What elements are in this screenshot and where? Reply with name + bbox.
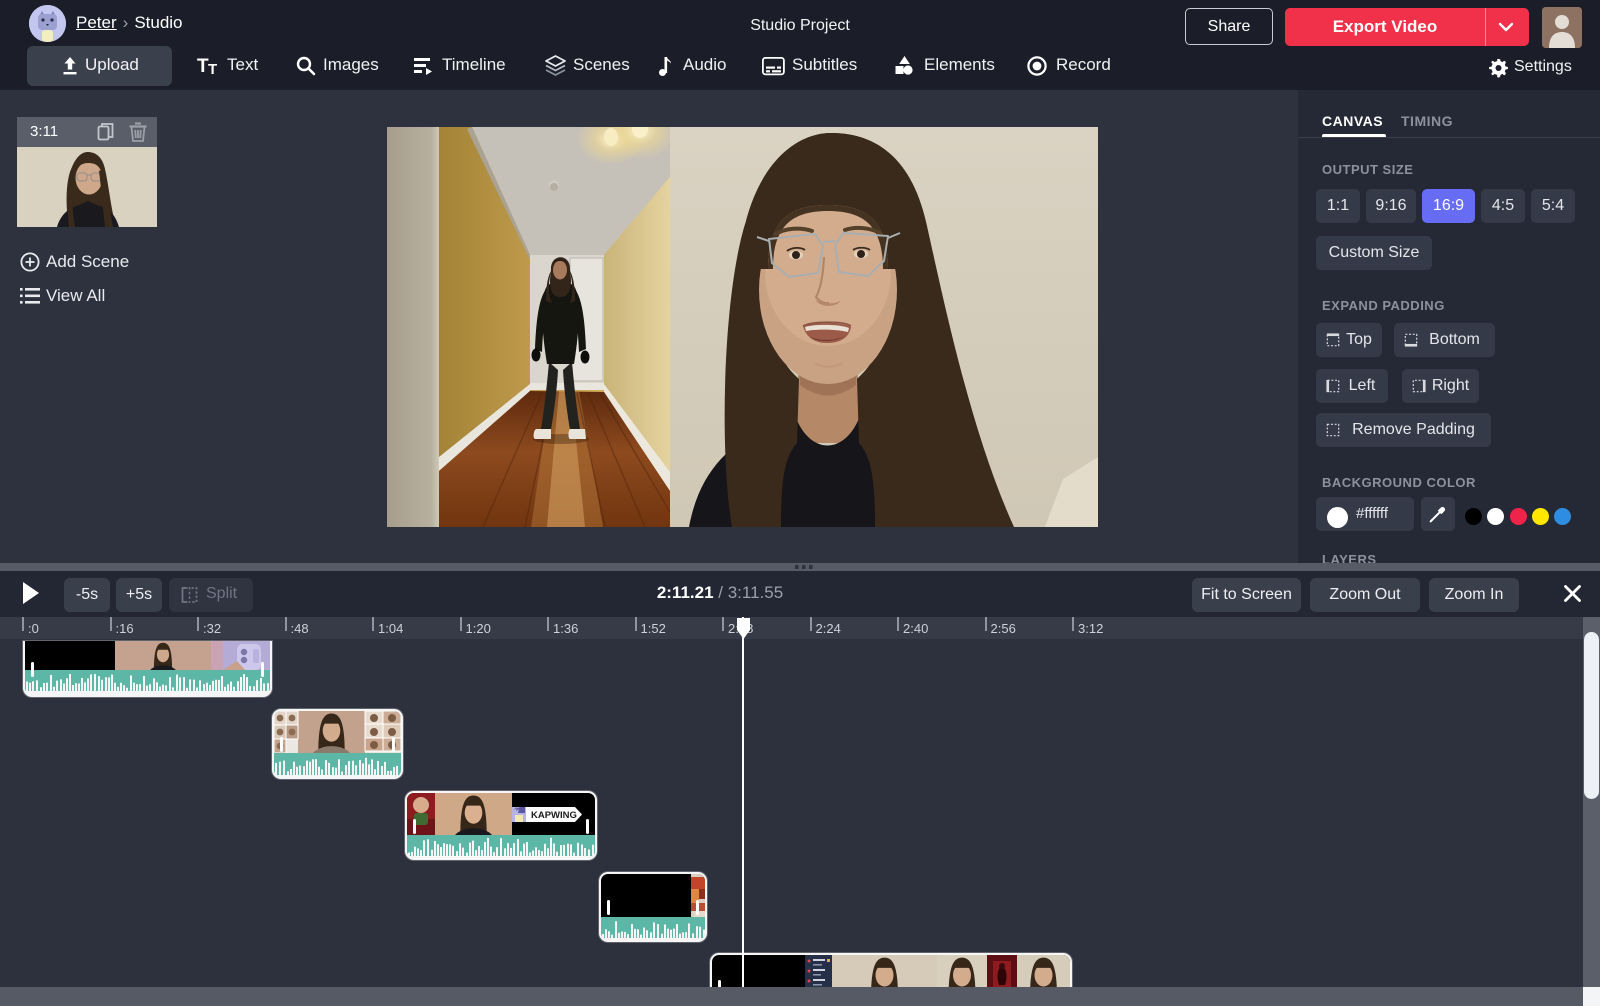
svg-text:KAPWING: KAPWING bbox=[531, 810, 577, 821]
svg-text:T: T bbox=[208, 61, 217, 77]
